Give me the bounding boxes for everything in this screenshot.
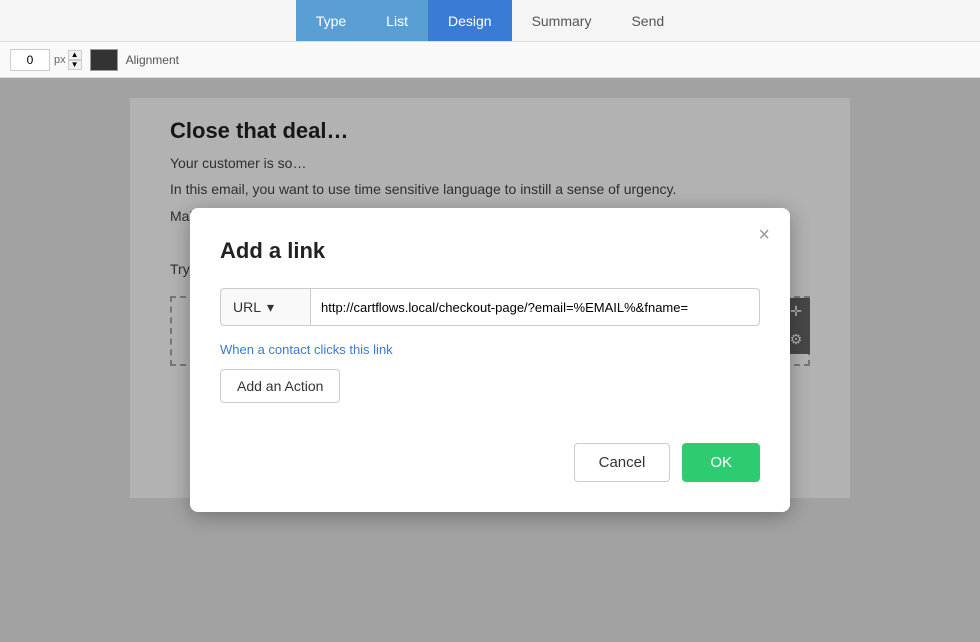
spinner-down[interactable]: ▼ bbox=[68, 60, 82, 70]
spinner-up[interactable]: ▲ bbox=[68, 50, 82, 60]
px-label: px bbox=[54, 54, 66, 66]
modal-footer: Cancel OK bbox=[220, 443, 760, 482]
url-type-chevron-icon: ▾ bbox=[267, 299, 274, 316]
modal-overlay: Add a link × URL ▾ When a contact clicks… bbox=[0, 78, 980, 642]
modal-close-button[interactable]: × bbox=[758, 224, 770, 247]
nav-step-design[interactable]: Design bbox=[428, 0, 512, 41]
number-spinner: ▲ ▼ bbox=[68, 50, 82, 70]
number-input[interactable] bbox=[10, 49, 50, 71]
number-input-group: px ▲ ▼ bbox=[10, 49, 82, 71]
url-type-label: URL bbox=[233, 299, 261, 315]
color-box[interactable] bbox=[90, 49, 118, 71]
nav-step-design-label: Design bbox=[448, 13, 492, 29]
url-type-select[interactable]: URL ▾ bbox=[220, 288, 310, 326]
nav-step-type-label: Type bbox=[316, 13, 346, 29]
modal-dialog: Add a link × URL ▾ When a contact clicks… bbox=[190, 208, 790, 512]
nav-step-list-label: List bbox=[386, 13, 408, 29]
url-input[interactable] bbox=[310, 288, 760, 326]
nav-step-summary[interactable]: Summary bbox=[512, 0, 612, 41]
contact-click-label: When a contact clicks this link bbox=[220, 342, 760, 357]
nav-step-type[interactable]: Type bbox=[296, 0, 366, 41]
toolbar: px ▲ ▼ Alignment bbox=[0, 42, 980, 78]
nav-step-list[interactable]: List bbox=[366, 0, 428, 41]
ok-button[interactable]: OK bbox=[682, 443, 760, 482]
modal-title: Add a link bbox=[220, 238, 760, 264]
nav-step-send[interactable]: Send bbox=[611, 0, 684, 41]
alignment-label: Alignment bbox=[126, 53, 179, 67]
nav-step-send-label: Send bbox=[631, 13, 664, 29]
main-content: Close that deal… Your customer is so… In… bbox=[0, 78, 980, 642]
nav-step-summary-label: Summary bbox=[532, 13, 592, 29]
add-action-button[interactable]: Add an Action bbox=[220, 369, 340, 403]
url-row: URL ▾ bbox=[220, 288, 760, 326]
cancel-button[interactable]: Cancel bbox=[574, 443, 671, 482]
top-nav: Type List Design Summary Send bbox=[0, 0, 980, 42]
